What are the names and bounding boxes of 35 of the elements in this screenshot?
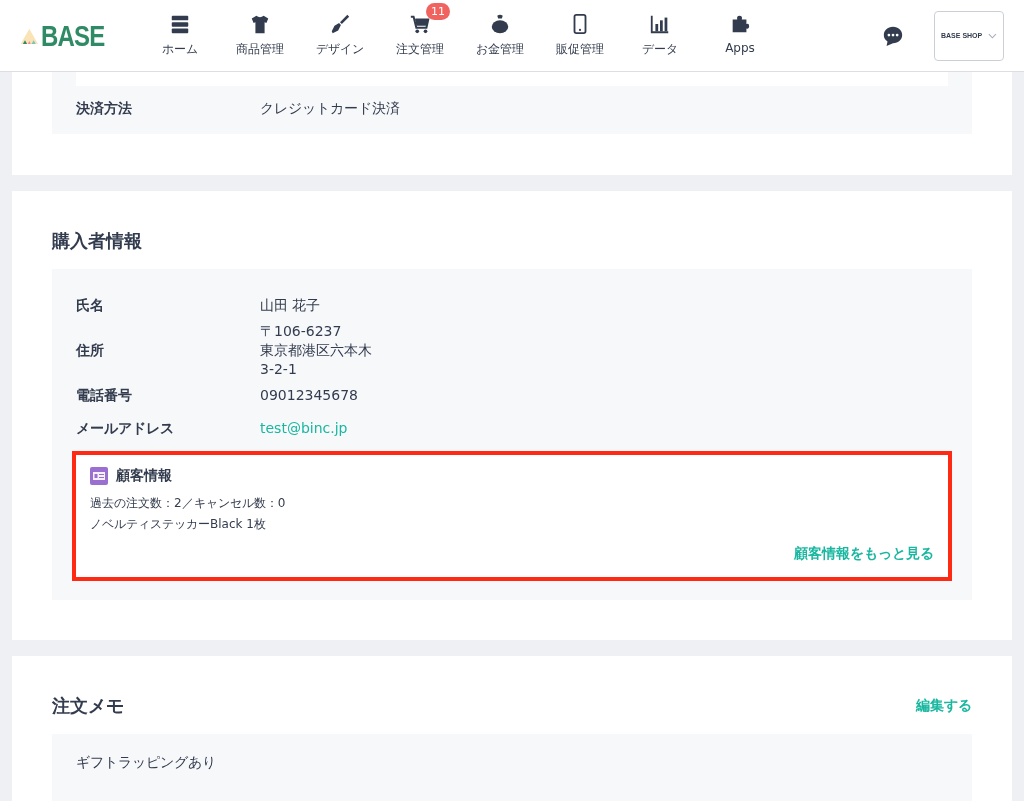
- field-label: メールアドレス: [76, 419, 175, 438]
- nav-item[interactable]: Apps: [700, 13, 780, 55]
- field-label: 決済方法: [76, 100, 133, 118]
- section-title: 注文メモ: [52, 694, 124, 718]
- bar-chart-icon: [649, 13, 671, 35]
- cart-icon: [409, 13, 431, 35]
- nav-item[interactable]: データ: [620, 13, 700, 58]
- nav-item[interactable]: お金管理: [460, 13, 540, 58]
- purse-icon: [489, 13, 511, 35]
- box-title: 顧客情報: [116, 467, 172, 485]
- customer-detail: 過去の注文数：2／キャンセル数：0: [90, 495, 287, 512]
- field-label: 住所: [76, 341, 105, 360]
- nav-item[interactable]: 商品管理: [220, 13, 300, 58]
- field-value: 09012345678: [260, 386, 358, 405]
- customer-detail: ノベルティステッカーBlack 1枚: [90, 516, 267, 533]
- chevron-down-icon: [988, 32, 997, 39]
- field-label: 電話番号: [76, 386, 133, 405]
- field-label: 氏名: [76, 296, 105, 315]
- server-icon: [169, 13, 191, 35]
- count-badge: 11: [426, 3, 450, 20]
- brush-icon: [329, 13, 351, 35]
- chat-icon[interactable]: [882, 24, 904, 47]
- memo-text: ギフトラッピングあり: [76, 754, 216, 770]
- nav-item[interactable]: 販促管理: [540, 13, 620, 58]
- nav-item[interactable]: ホーム: [140, 13, 220, 58]
- field-value: クレジットカード決済: [260, 100, 400, 118]
- section-title: 購入者情報: [52, 229, 143, 253]
- field-value: 3-2-1: [260, 360, 298, 379]
- field-value: 山田 花子: [260, 296, 321, 315]
- field-value: 東京都港区六本木: [260, 341, 372, 360]
- nav-item[interactable]: デザイン: [300, 13, 380, 58]
- field-value: 〒106-6237: [260, 322, 343, 341]
- shirt-icon: [249, 13, 271, 35]
- logo-text[interactable]: BASE: [40, 18, 105, 53]
- id-card-icon: [90, 467, 108, 485]
